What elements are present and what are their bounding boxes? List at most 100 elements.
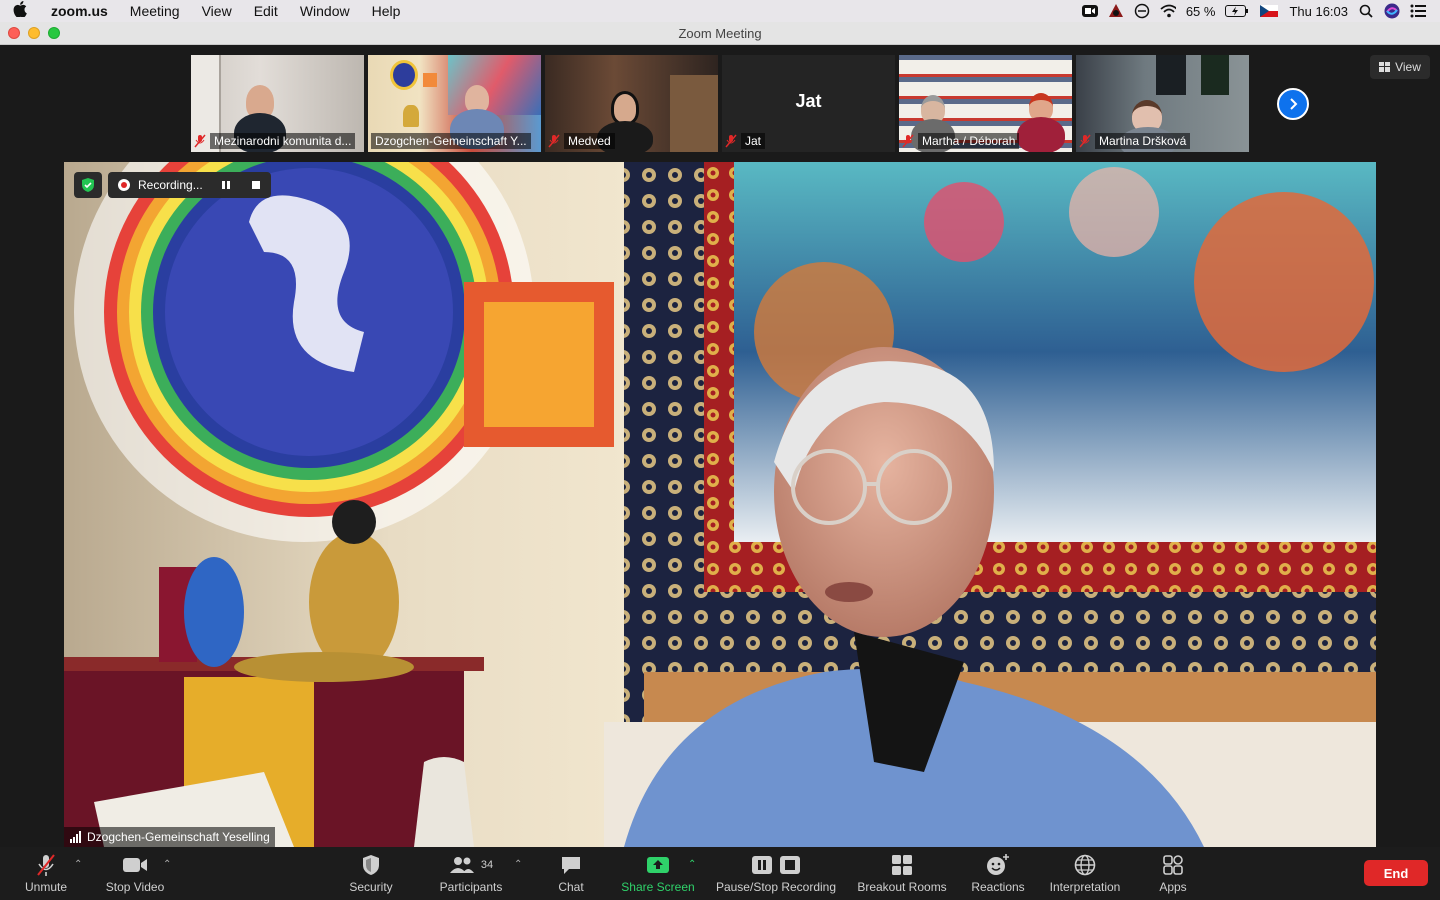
participant-tile[interactable]: Jat Jat bbox=[722, 55, 895, 152]
participant-initial: Jat bbox=[795, 91, 822, 111]
stop-video-label: Stop Video bbox=[105, 880, 165, 894]
recording-dot-icon bbox=[118, 179, 130, 191]
battery-percent: 65 % bbox=[1185, 3, 1216, 19]
breakout-rooms-icon bbox=[892, 855, 912, 875]
participants-count: 34 bbox=[480, 859, 494, 871]
audio-options-caret-icon[interactable]: ⌃ bbox=[74, 859, 82, 870]
active-speaker-video[interactable]: Recording... Dzogchen-Gemeinschaft Yesel… bbox=[64, 162, 1376, 847]
share-screen-button[interactable]: Share Screen bbox=[618, 847, 698, 900]
recording-label: Recording... bbox=[138, 178, 203, 192]
wifi-icon[interactable] bbox=[1160, 3, 1176, 19]
menu-meeting[interactable]: Meeting bbox=[119, 3, 191, 19]
share-screen-icon bbox=[647, 857, 669, 873]
participant-name: Martina Dršková bbox=[1095, 133, 1191, 149]
speaker-video-frame bbox=[64, 162, 1376, 847]
participant-tile[interactable]: Medved bbox=[545, 55, 718, 152]
meeting-toolbar: Unmute ⌃ Stop Video ⌃ Security 34 Partic… bbox=[0, 847, 1440, 900]
stop-icon bbox=[780, 856, 800, 874]
breakout-rooms-label: Breakout Rooms bbox=[857, 880, 947, 894]
spotlight-search-icon[interactable] bbox=[1358, 3, 1374, 19]
stop-icon bbox=[251, 181, 260, 189]
apple-icon[interactable] bbox=[0, 1, 40, 21]
siri-icon[interactable] bbox=[1384, 3, 1400, 19]
interpretation-label: Interpretation bbox=[1049, 880, 1121, 894]
mic-muted-icon bbox=[1079, 134, 1091, 148]
participants-label: Participants bbox=[439, 880, 503, 894]
window-zoom-button[interactable] bbox=[48, 27, 60, 39]
stop-recording-button[interactable] bbox=[251, 180, 261, 190]
security-label: Security bbox=[349, 880, 393, 894]
view-button-label: View bbox=[1395, 60, 1421, 74]
apps-icon bbox=[1163, 855, 1183, 875]
meeting-area: Mezinarodni komunita d... Dzogchen-Gemei… bbox=[0, 45, 1440, 847]
mic-muted-icon bbox=[902, 134, 914, 148]
window-minimize-button[interactable] bbox=[28, 27, 40, 39]
participant-name: Mezinarodni komunita d... bbox=[210, 133, 356, 149]
smiley-plus-icon bbox=[987, 854, 1009, 875]
video-options-caret-icon[interactable]: ⌃ bbox=[163, 859, 171, 870]
next-page-button[interactable] bbox=[1277, 88, 1309, 120]
mic-muted-icon bbox=[548, 134, 560, 148]
participant-tile[interactable]: Martha / Déborah bbox=[899, 55, 1072, 152]
audio-level-icon bbox=[70, 831, 81, 843]
battery-charging-icon[interactable] bbox=[1225, 3, 1249, 19]
participant-name: Martha / Déborah bbox=[918, 133, 1020, 149]
app-status-icon[interactable] bbox=[1108, 3, 1124, 19]
pause-icon bbox=[752, 856, 772, 874]
chat-bubble-icon bbox=[562, 857, 580, 874]
pause-stop-recording-label: Pause/Stop Recording bbox=[715, 880, 837, 894]
participant-tile[interactable]: Mezinarodni komunita d... bbox=[191, 55, 364, 152]
interpretation-button[interactable]: Interpretation bbox=[1044, 847, 1126, 900]
zoom-status-icon[interactable] bbox=[1081, 3, 1098, 19]
share-screen-label: Share Screen bbox=[621, 880, 695, 894]
speaker-name: Dzogchen-Gemeinschaft Yeselling bbox=[87, 830, 270, 844]
pause-recording-button[interactable] bbox=[221, 180, 231, 190]
menu-edit[interactable]: Edit bbox=[243, 3, 289, 19]
czech-flag-icon[interactable] bbox=[1259, 3, 1279, 19]
end-meeting-button[interactable]: End bbox=[1364, 860, 1428, 886]
participant-strip: Mezinarodni komunita d... Dzogchen-Gemei… bbox=[191, 55, 1249, 152]
chevron-right-icon bbox=[1290, 98, 1298, 110]
pause-stop-recording-button[interactable]: Pause/Stop Recording bbox=[712, 847, 840, 900]
encryption-shield-icon[interactable] bbox=[74, 172, 102, 198]
breakout-rooms-button[interactable]: Breakout Rooms bbox=[854, 847, 950, 900]
participants-button[interactable]: 34 Participants bbox=[432, 847, 510, 900]
menu-window[interactable]: Window bbox=[289, 3, 361, 19]
mic-muted-icon bbox=[37, 854, 55, 876]
shield-icon bbox=[363, 855, 379, 875]
chat-label: Chat bbox=[558, 880, 584, 894]
reactions-label: Reactions bbox=[971, 880, 1025, 894]
menu-help[interactable]: Help bbox=[361, 3, 412, 19]
unmute-button[interactable]: Unmute bbox=[16, 847, 76, 900]
menubar-clock[interactable]: Thu 16:03 bbox=[1289, 4, 1348, 19]
apps-button[interactable]: Apps bbox=[1152, 847, 1194, 900]
participant-tile[interactable]: Martina Dršková bbox=[1076, 55, 1249, 152]
stop-video-button[interactable]: Stop Video bbox=[100, 847, 170, 900]
unmute-label: Unmute bbox=[24, 880, 68, 894]
grid-view-icon bbox=[1379, 62, 1391, 72]
pause-icon bbox=[221, 181, 230, 189]
view-button[interactable]: View bbox=[1370, 55, 1430, 79]
window-title-bar: Zoom Meeting bbox=[0, 22, 1440, 45]
window-close-button[interactable] bbox=[8, 27, 20, 39]
mic-muted-icon bbox=[725, 134, 737, 148]
menu-view[interactable]: View bbox=[191, 3, 243, 19]
speaker-name-label: Dzogchen-Gemeinschaft Yeselling bbox=[64, 827, 275, 847]
share-options-caret-icon[interactable]: ⌃ bbox=[688, 859, 696, 870]
mic-muted-icon bbox=[194, 134, 206, 148]
chat-button[interactable]: Chat bbox=[548, 847, 594, 900]
reactions-button[interactable]: Reactions bbox=[966, 847, 1030, 900]
participant-tile-active[interactable]: Dzogchen-Gemeinschaft Y... bbox=[368, 55, 541, 152]
control-center-icon[interactable] bbox=[1410, 3, 1426, 19]
participants-options-caret-icon[interactable]: ⌃ bbox=[514, 859, 522, 870]
participant-name: Medved bbox=[564, 133, 615, 149]
do-not-disturb-icon[interactable] bbox=[1134, 3, 1150, 19]
recording-indicator: Recording... bbox=[108, 172, 271, 198]
participant-name: Jat bbox=[741, 133, 766, 149]
video-camera-icon bbox=[123, 858, 147, 872]
security-button[interactable]: Security bbox=[340, 847, 402, 900]
globe-icon bbox=[1074, 854, 1096, 876]
participants-icon bbox=[449, 857, 474, 873]
menu-app-name[interactable]: zoom.us bbox=[40, 3, 119, 19]
menu-bar: zoom.us Meeting View Edit Window Help 65… bbox=[0, 0, 1440, 22]
